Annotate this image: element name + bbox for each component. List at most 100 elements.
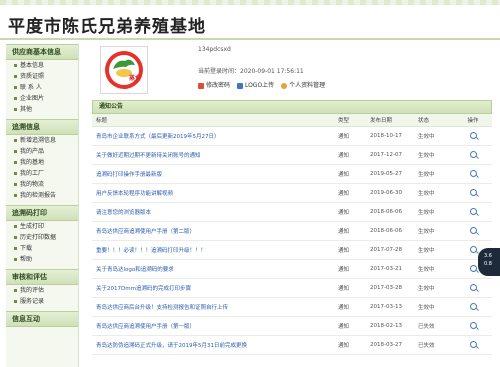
sidebar-section-interaction[interactable]: 信息互动 (6, 311, 78, 327)
table-row: 重要！！！必读！！！追溯码打印升级！！！ 通知 2017-07-28 生效中 (92, 240, 492, 260)
notice-status: 生效中 (414, 278, 454, 298)
view-button[interactable] (454, 221, 492, 241)
sidebar-item-service-records[interactable]: 服务记录 (6, 296, 78, 307)
notice-type: 通知 (334, 259, 366, 279)
notice-title-link[interactable]: 青岛达防伪追溯码正式升级，请于2019年5月31日前完成更换 (92, 335, 334, 355)
bullet-icon (14, 97, 17, 100)
notice-type: 通知 (334, 183, 366, 203)
bullet-icon (14, 300, 17, 303)
magnifier-icon (469, 340, 477, 348)
notice-table: 标题 类型 发布日期 状态 操作 青岛市企业联系方式（最后更新2019年5月27… (92, 114, 492, 355)
notice-type: 通知 (334, 240, 366, 260)
sidebar-item-my-reports[interactable]: 我的检测报告 (6, 190, 78, 201)
view-button[interactable] (454, 297, 492, 317)
magnifier-icon (469, 264, 477, 272)
notice-title-link[interactable]: 重要！！！必读！！！追溯码打印升级！！！ (92, 240, 334, 260)
notice-type: 通知 (334, 221, 366, 241)
notice-date: 2018-10-17 (366, 126, 414, 146)
user-links: 修改密码 LOGO上传 个人资料管理 (198, 80, 330, 89)
view-button[interactable] (454, 183, 492, 203)
notice-status: 生效中 (414, 164, 454, 184)
user-panel: 蒸食 134pdcsxd 当前登录时间：2020-09-01 17:56:11 … (92, 44, 492, 94)
view-button[interactable] (454, 335, 492, 355)
notice-date: 2017-03-28 (366, 278, 414, 298)
notice-title-link[interactable]: 青岛达供应商追溯使用户手册（第一版） (92, 316, 334, 336)
notice-date: 2018-06-06 (366, 221, 414, 241)
table-row: 追溯码打印操作手册最新版 通知 2019-05-27 生效中 (92, 164, 492, 184)
sidebar-item-other[interactable]: 其他 (6, 104, 78, 115)
view-button[interactable] (454, 145, 492, 165)
sidebar-item-my-products[interactable]: 我的产品 (6, 146, 78, 157)
magnifier-icon (469, 188, 477, 196)
magnifier-icon (469, 169, 477, 177)
bullet-icon (14, 108, 17, 111)
sidebar-section-trace[interactable]: 追溯信息 (6, 119, 78, 135)
change-password-link[interactable]: 修改密码 (198, 82, 230, 89)
view-button[interactable] (454, 202, 492, 222)
magnifier-icon (469, 302, 477, 310)
col-status: 状态 (414, 114, 454, 127)
bullet-icon (14, 183, 17, 186)
notice-title-link[interactable]: 用户反馈本轮程序功能讲解视频 (92, 183, 334, 203)
sidebar-item-generate-print[interactable]: 生成打印 (6, 221, 78, 232)
floating-speed-widget[interactable]: 3.6 0.8 (478, 248, 500, 276)
last-login-time: 当前登录时间：2020-09-01 17:56:11 (198, 68, 304, 75)
title-divider (0, 38, 500, 40)
site-title: 平度市陈氏兄弟养殖基地 (8, 17, 206, 37)
sidebar-item-contacts[interactable]: 联 系 人 (6, 82, 78, 93)
sidebar-item-my-bases[interactable]: 我的基地 (6, 157, 78, 168)
view-button[interactable] (454, 278, 492, 298)
notice-title-link[interactable]: 追溯码打印操作手册最新版 (92, 164, 334, 184)
sidebar-item-company-images[interactable]: 企业图片 (6, 93, 78, 104)
table-row: 青岛达供应商后台升级！支持检测报告和证照自行上传 通知 2017-03-13 生效中 (92, 297, 492, 317)
sidebar-item-help[interactable]: 帮助 (6, 254, 78, 265)
table-header-row: 标题 类型 发布日期 状态 操作 (92, 114, 492, 127)
view-button[interactable] (454, 316, 492, 336)
sidebar-item-my-evaluations[interactable]: 我的评估 (6, 285, 78, 296)
notice-date: 2017-03-13 (366, 297, 414, 317)
bullet-icon (14, 86, 17, 89)
notice-title-link[interactable]: 关于做好近期过期不更新待关闭账号的通知 (92, 145, 334, 165)
bullet-icon (14, 194, 17, 197)
sidebar-section-review[interactable]: 审核和评估 (6, 269, 78, 285)
sidebar-item-print-history[interactable]: 历史打印数据 (6, 232, 78, 243)
notice-title-link[interactable]: 关于青岛达logo和追溯码的要求 (92, 259, 334, 279)
notice-title-link[interactable]: 关于2017Dmm追溯码的完成打印步骤 (92, 278, 334, 298)
sidebar-item-basic-info[interactable]: 基本信息 (6, 60, 78, 71)
sidebar-section-basic[interactable]: 供应商基本信息 (6, 44, 78, 60)
notice-title-link[interactable]: 青岛市企业联系方式（最后更新2019年5月27日） (92, 126, 334, 146)
username: 134pdcsxd (198, 46, 231, 53)
sidebar: 供应商基本信息 基本信息 资质证照 联 系 人 企业图片 其他 追溯信息 新增追… (6, 44, 79, 367)
notice-date: 2018-03-27 (366, 335, 414, 355)
magnifier-icon (469, 131, 477, 139)
key-icon (198, 82, 204, 89)
magnifier-icon (469, 321, 477, 329)
sidebar-item-download[interactable]: 下载 (6, 243, 78, 254)
notice-title-link[interactable]: 青岛达供应商追溯使用户手册（第二版） (92, 221, 334, 241)
table-row: 关于做好近期过期不更新待关闭账号的通知 通知 2017-12-07 生效中 (92, 145, 492, 165)
notice-date: 2017-03-21 (366, 259, 414, 279)
magnifier-icon (469, 207, 477, 215)
upload-icon (236, 82, 243, 89)
profile-manage-link[interactable]: 个人资料管理 (281, 82, 325, 89)
sidebar-item-add-trace[interactable]: 新增追溯信息 (6, 135, 78, 146)
bullet-icon (14, 247, 17, 250)
magnifier-icon (469, 245, 477, 253)
sidebar-item-my-factory[interactable]: 我的工厂 (6, 168, 78, 179)
notice-title-link[interactable]: 请注意您的浏览器版本 (92, 202, 334, 222)
notice-type: 通知 (334, 335, 366, 355)
sidebar-item-my-logistics[interactable]: 我的物流 (6, 179, 78, 190)
notice-type: 通知 (334, 297, 366, 317)
sidebar-section-print[interactable]: 追溯码打印 (6, 205, 78, 221)
bullet-icon (14, 161, 17, 164)
view-button[interactable] (454, 126, 492, 146)
notice-date: 2019-05-27 (366, 164, 414, 184)
sidebar-item-licenses[interactable]: 资质证照 (6, 71, 78, 82)
notice-status: 生效中 (414, 126, 454, 146)
view-button[interactable] (454, 164, 492, 184)
notice-date: 2018-06-06 (366, 202, 414, 222)
notice-title-link[interactable]: 青岛达供应商后台升级！支持检测报告和证照自行上传 (92, 297, 334, 317)
logo-upload-link[interactable]: LOGO上传 (236, 82, 274, 89)
bullet-icon (14, 258, 17, 261)
bullet-icon (14, 172, 17, 175)
